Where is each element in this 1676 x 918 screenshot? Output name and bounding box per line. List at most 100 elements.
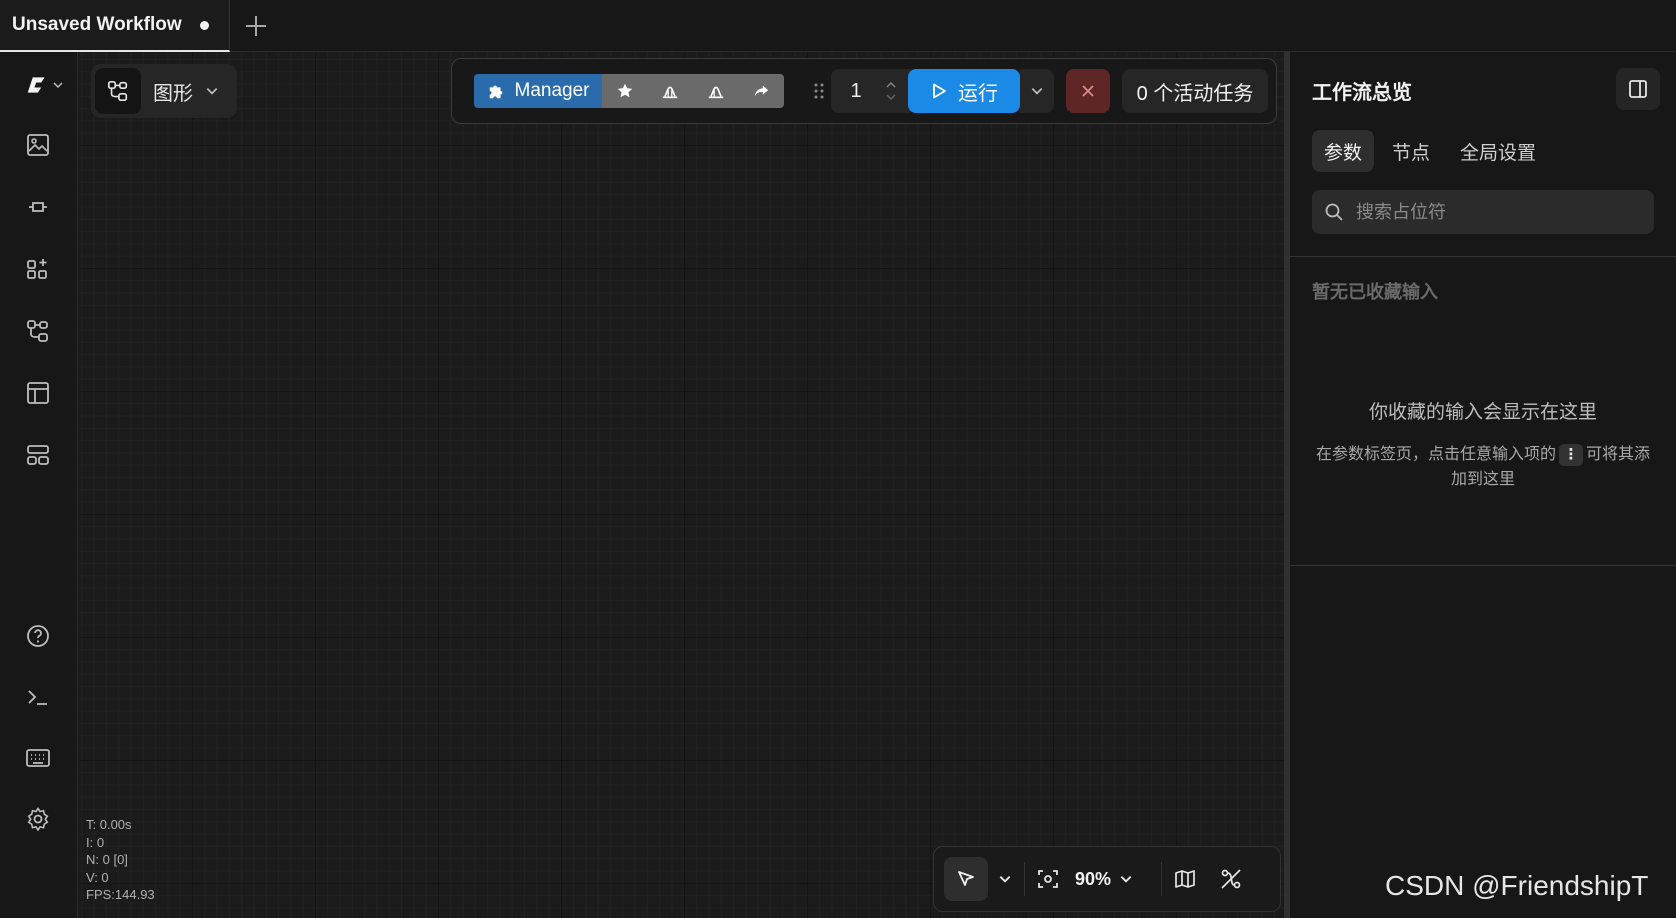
chevron-up-icon[interactable] (885, 79, 897, 91)
manager-button-group: Manager (474, 74, 784, 108)
terminal-icon (28, 690, 47, 705)
model-manager-alt-button[interactable] (693, 74, 739, 108)
queue-count-stepper[interactable]: 1 (831, 69, 911, 113)
minimap-button[interactable] (1174, 857, 1196, 901)
comfy-logo-menu[interactable] (22, 66, 68, 104)
queue-count-value[interactable]: 1 (831, 80, 881, 103)
canvas-bottom-toolbar: 90% (933, 846, 1281, 912)
stat-v: V: 0 (86, 869, 109, 885)
empty-desc-before: 在参数标签页，点击任意输入项的 (1315, 446, 1556, 463)
tab-label: Unsaved Workflow (12, 14, 182, 35)
manager-button[interactable]: Manager (474, 74, 602, 108)
hide-links-icon (1221, 869, 1241, 889)
node-library-icon (27, 259, 47, 279)
bell-curve-icon (663, 86, 678, 99)
run-label: 运行 (958, 82, 998, 105)
chevron-down-icon (1120, 876, 1132, 883)
graph-picker[interactable]: 图形 (91, 64, 237, 118)
left-sidebar (0, 52, 78, 918)
chevron-down-icon (999, 876, 1011, 883)
chevron-down-icon (206, 88, 218, 95)
toolbar-divider (1024, 862, 1025, 896)
sidebar-item-nodes[interactable] (19, 250, 57, 288)
panel-tabs: 参数 节点 全局设置 (1312, 130, 1548, 172)
toggle-panel-button[interactable] (1616, 68, 1660, 110)
stat-time: T: 0.00s (86, 817, 132, 832)
stat-n: N: 0 [0] (86, 852, 128, 867)
tool-mode-dropdown[interactable] (998, 857, 1012, 901)
search-box (1312, 190, 1654, 234)
tab-unsaved-workflow[interactable]: Unsaved Workflow (0, 0, 230, 52)
share-button[interactable] (738, 74, 784, 108)
section-divider (1290, 565, 1676, 566)
favorites-button[interactable] (602, 74, 648, 108)
tab-parameters[interactable]: 参数 (1312, 130, 1375, 172)
render-stats: T: 0.00s I: 0 N: 0 [0] V: 0 FPS:144.93 (86, 816, 155, 904)
graph-canvas[interactable]: 图形 Manager 1 运行 0 个活动任务 T: 0.00s I: 0 N:… (79, 52, 1284, 918)
chevron-down-icon[interactable] (885, 91, 897, 103)
sidebar-item-keyboard[interactable] (19, 739, 57, 777)
map-icon (1175, 870, 1195, 888)
tab-bar: Unsaved Workflow (0, 0, 1676, 52)
toolbar-divider (1161, 862, 1163, 896)
stepper-arrows (885, 79, 897, 103)
select-tool-button[interactable] (944, 857, 988, 901)
section-divider (1290, 256, 1676, 257)
workflow-overview-panel: 工作流总览 参数 节点 全局设置 暂无已收藏输入 你收藏的输入会显示在这里 在参… (1290, 52, 1676, 918)
app-window: Unsaved Workflow 图形 Manager 1 运行 0 个活动任务… (0, 0, 1676, 918)
settings-icon (27, 807, 49, 832)
model-library-icon (29, 202, 47, 212)
play-icon (933, 83, 946, 99)
empty-state-description: 在参数标签页，点击任意输入项的 ⋮ 可将其添加到这里 (1310, 442, 1656, 492)
comfy-logo-icon (27, 77, 45, 93)
fit-view-button[interactable] (1037, 857, 1059, 901)
zoom-level: 90% (1075, 868, 1112, 889)
new-tab-button[interactable] (230, 0, 282, 51)
watermark-text: CSDN @FriendshipT (1385, 870, 1649, 901)
more-vertical-icon: ⋮ (1559, 443, 1583, 466)
images-icon (27, 134, 49, 156)
sidebar-item-help[interactable] (19, 617, 57, 655)
sidebar-item-terminal[interactable] (19, 678, 57, 716)
sidebar-item-models[interactable] (19, 188, 57, 226)
sidebar-item-images[interactable] (19, 126, 57, 164)
panel-title: 工作流总览 (1312, 82, 1412, 104)
pointer-icon (958, 871, 974, 886)
unsaved-dot-icon (200, 20, 209, 30)
puzzle-icon (489, 85, 502, 99)
graph-picker-label: 图形 (153, 82, 193, 105)
run-button[interactable]: 运行 (908, 69, 1020, 113)
chevron-down-icon (1031, 88, 1043, 95)
focus-icon (1038, 870, 1058, 888)
sidebar-item-workflows[interactable] (19, 312, 57, 350)
run-toolbar: Manager 1 运行 0 个活动任务 (451, 58, 1277, 124)
sidebar-item-templates[interactable] (19, 374, 57, 412)
active-tasks-button[interactable]: 0 个活动任务 (1122, 69, 1268, 113)
star-icon (617, 83, 632, 98)
cancel-run-button[interactable] (1066, 69, 1110, 113)
share-arrow-icon (754, 85, 769, 97)
manager-label: Manager (514, 80, 590, 101)
graph-icon (95, 68, 141, 114)
sidebar-item-queue[interactable] (19, 436, 57, 474)
active-tasks-label: 0 个活动任务 (1136, 82, 1254, 105)
search-input[interactable] (1356, 201, 1636, 223)
model-manager-button[interactable] (647, 74, 693, 108)
sidebar-toggle-icon (1629, 80, 1647, 98)
plus-icon (246, 15, 266, 36)
sidebar-item-settings[interactable] (19, 800, 57, 838)
toggle-links-button[interactable] (1220, 857, 1242, 901)
stat-i: I: 0 (86, 834, 105, 850)
templates-icon (27, 382, 49, 404)
tab-nodes[interactable]: 节点 (1380, 130, 1442, 172)
tab-global-settings[interactable]: 全局设置 (1448, 130, 1548, 172)
drag-handle-icon[interactable] (812, 81, 826, 106)
chevron-down-icon (53, 82, 63, 89)
zoom-control[interactable]: 90% (1075, 869, 1133, 890)
close-icon (1082, 85, 1094, 97)
run-options-dropdown[interactable] (1020, 69, 1054, 113)
bell-curve-icon (708, 86, 723, 99)
help-icon (27, 625, 49, 647)
stat-fps: FPS:144.93 (86, 887, 155, 902)
empty-state-title: 你收藏的输入会显示在这里 (1368, 402, 1597, 423)
